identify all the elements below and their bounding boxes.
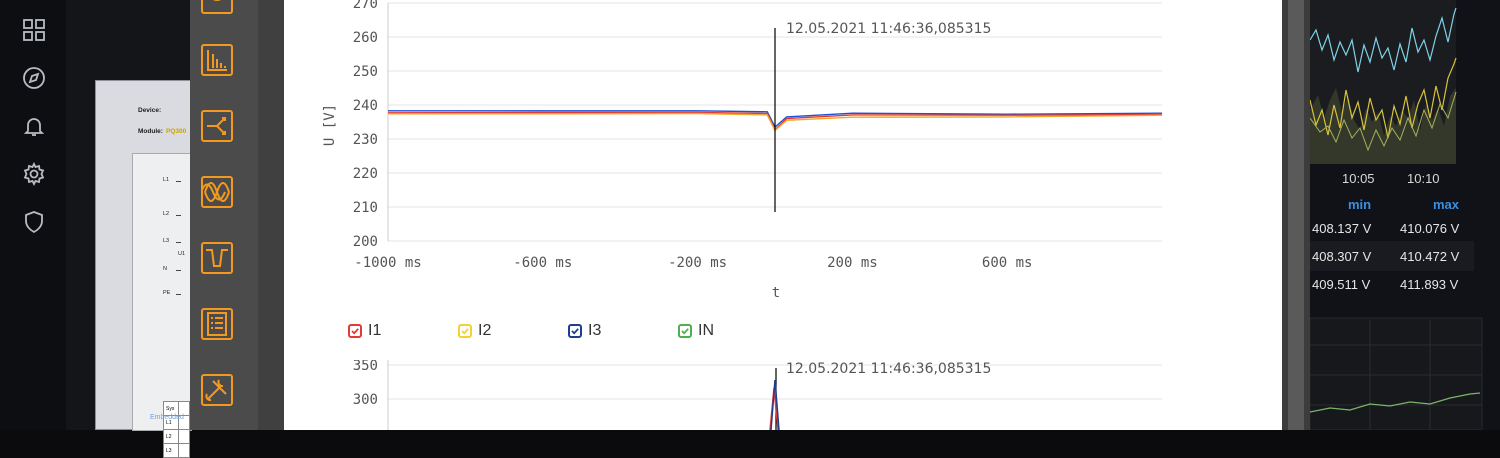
x-axis-label: t (772, 285, 780, 300)
max-value: 410.472 V (1400, 249, 1460, 264)
y-tick-label: 260 (353, 30, 378, 46)
lower-widget (1310, 317, 1483, 430)
scrollbar-thumb[interactable] (1288, 0, 1304, 430)
bell-icon[interactable] (22, 114, 46, 138)
y-tick-label: 350 (353, 360, 378, 374)
legend-label: I1 (368, 322, 382, 339)
device-body (132, 153, 192, 431)
y-axis-label: U [V] (322, 104, 338, 146)
terminal-tick (176, 270, 181, 271)
terminal-tick (176, 294, 181, 295)
legend-item-i2[interactable]: I2 (458, 322, 491, 340)
y-tick-label: 210 (353, 200, 378, 216)
x-tick-label: 200 ms (827, 255, 878, 271)
y-tick-labels: 350 300 (353, 360, 378, 408)
legend-label: I2 (478, 322, 492, 339)
overview-icon[interactable] (201, 0, 233, 14)
line-label-pe: PE (163, 290, 171, 296)
table-cell (178, 443, 190, 458)
legend-checkbox[interactable] (678, 324, 692, 338)
voltage-chart[interactable]: 270 260 250 240 230 220 210 200 -1000 ms -600 ms… (284, 0, 1282, 300)
x-tick-label: -200 ms (668, 255, 727, 271)
gear-icon[interactable] (22, 161, 46, 187)
stats-table: 10:05 10:10 min max 408.137 V 410.076 V … (1310, 0, 1500, 300)
max-value: 411.893 V (1400, 277, 1459, 292)
dialog-scrollbar[interactable] (1282, 0, 1310, 430)
compass-icon[interactable] (22, 66, 46, 90)
min-value: 408.137 V (1312, 221, 1372, 236)
max-value: 410.076 V (1400, 221, 1460, 236)
x-tick-label: 600 ms (982, 255, 1033, 271)
legend-item-i3[interactable]: I3 (568, 322, 601, 340)
min-value: 408.307 V (1312, 249, 1372, 264)
y-tick-label: 300 (353, 392, 378, 408)
y-tick-label: 230 (353, 132, 378, 148)
trigger-timestamp-label: 12.05.2021 11:46:36,085315 (786, 361, 991, 377)
table-cell: L3 (162, 443, 180, 458)
settings-tools-icon[interactable] (201, 374, 233, 406)
panel-divider (258, 0, 284, 430)
line-label-l2: L2 (163, 211, 170, 217)
line-label-l1: L1 (163, 177, 170, 183)
legend-item-in[interactable]: IN (678, 322, 714, 340)
module-label: Module: (138, 128, 163, 135)
waveform-dialog: 270 260 250 240 230 220 210 200 -1000 ms -600 ms… (284, 0, 1282, 430)
terminal-tick (176, 215, 181, 216)
x-tick-label: -600 ms (513, 255, 572, 271)
shield-icon[interactable] (22, 210, 46, 234)
y-tick-labels: 270 260 250 240 230 220 210 200 (353, 0, 378, 250)
line-label-l3: L3 (163, 238, 170, 244)
max-column-header[interactable]: max (1433, 197, 1459, 212)
bar-chart-icon[interactable] (201, 44, 233, 76)
y-tick-label: 270 (353, 0, 378, 12)
waveform-icon[interactable] (200, 176, 233, 208)
terminal-tick (176, 242, 181, 243)
min-column-header[interactable]: min (1348, 197, 1371, 212)
min-value: 409.511 V (1312, 277, 1371, 292)
legend-checkbox[interactable] (568, 324, 582, 338)
dashboard-grid-icon[interactable] (22, 18, 46, 42)
time-label: 10:10 (1407, 171, 1440, 186)
y-tick-label: 220 (353, 166, 378, 182)
table-row: L3 (162, 443, 190, 458)
legend-checkbox[interactable] (458, 324, 472, 338)
current-chart[interactable]: 350 300 12.05.2021 11:46:36,085315 (284, 360, 1282, 430)
phasor-icon[interactable] (201, 110, 233, 142)
event-list-icon[interactable] (201, 308, 233, 340)
x-tick-label: -1000 ms (354, 255, 421, 271)
line-label-n: N (163, 266, 167, 272)
trigger-timestamp-label: 12.05.2021 11:46:36,085315 (786, 21, 991, 37)
device-label: Device: (138, 107, 162, 114)
terminal-tick (176, 181, 181, 182)
u-label: U1 (178, 251, 186, 257)
legend: I1 I2 I3 IN (348, 322, 948, 344)
side-nav (0, 0, 66, 430)
legend-label: I3 (588, 322, 602, 339)
y-tick-label: 200 (353, 234, 378, 250)
tool-sidebar (190, 0, 258, 430)
right-dashboard-panel: 10:05 10:10 min max 408.137 V 410.076 V … (1310, 0, 1500, 430)
legend-checkbox[interactable] (348, 324, 362, 338)
x-tick-labels: -1000 ms -600 ms -200 ms 200 ms 600 ms (354, 255, 1032, 271)
voltage-dip-icon[interactable] (201, 242, 233, 274)
y-tick-label: 240 (353, 98, 378, 114)
device-diagram: Device: Module: PQ300 L1 L2 L3 U1 N PE S… (95, 80, 192, 458)
legend-label: IN (698, 322, 714, 339)
embedded-link[interactable]: Embedded (150, 414, 184, 421)
y-tick-label: 250 (353, 64, 378, 80)
table-cell (178, 429, 190, 444)
module-value: PQ300 (166, 128, 187, 135)
time-label: 10:05 (1342, 171, 1375, 186)
table-row: L2 (162, 429, 190, 444)
legend-item-i1[interactable]: I1 (348, 322, 381, 340)
table-cell: L2 (162, 429, 180, 444)
